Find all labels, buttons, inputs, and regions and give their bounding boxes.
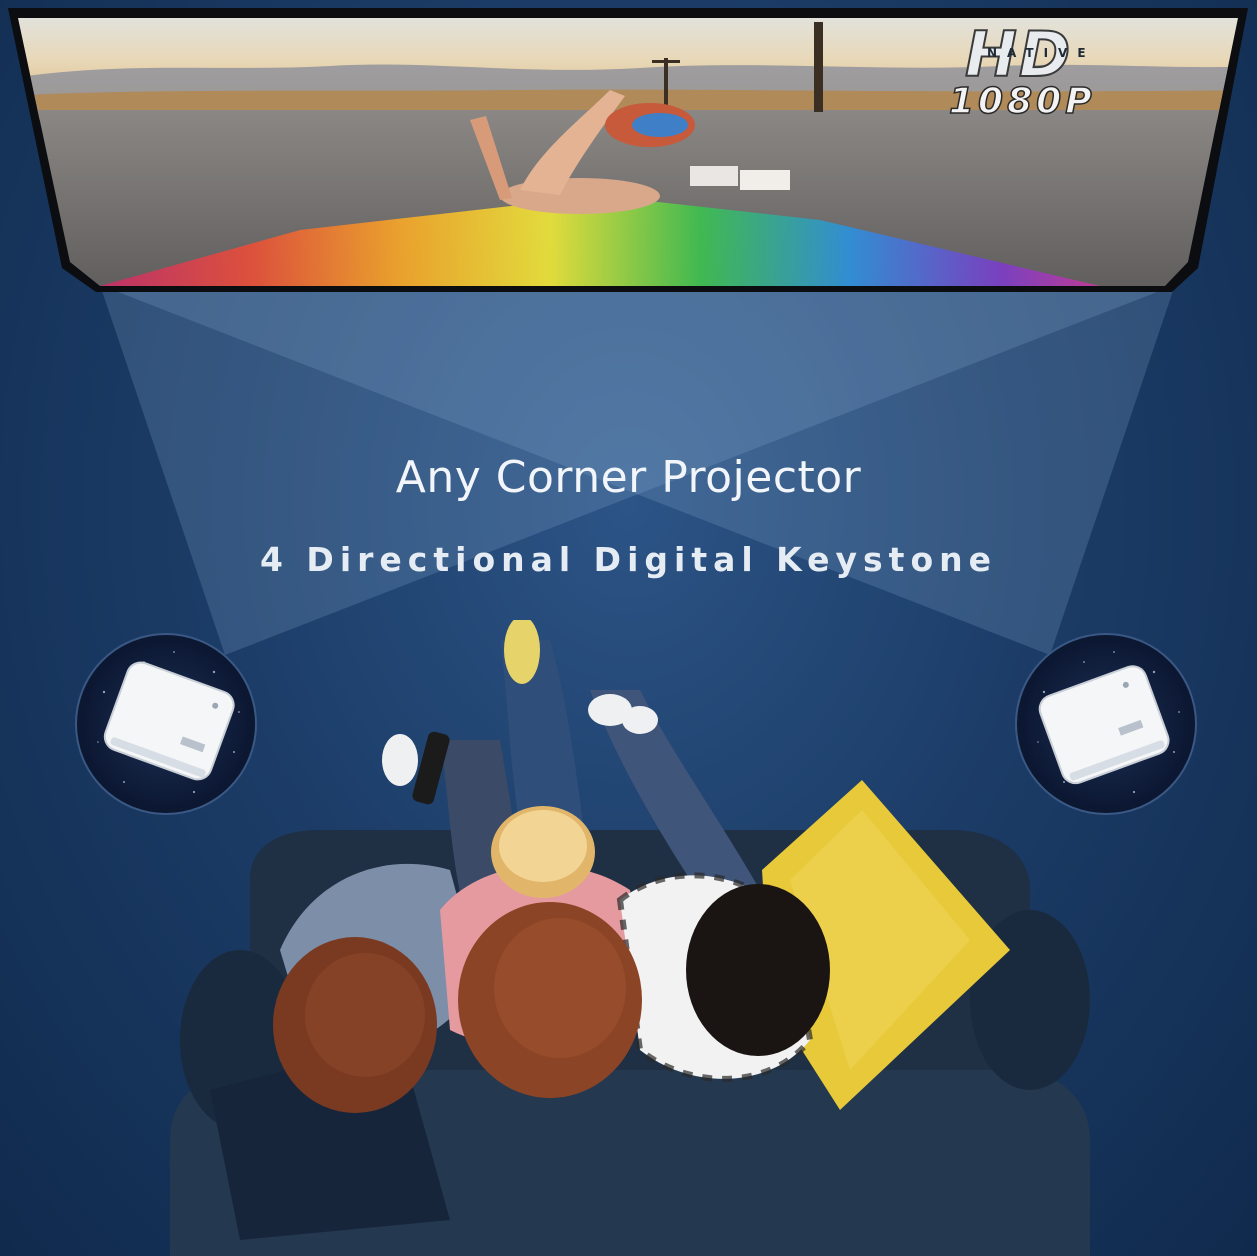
headline: Any Corner Projector [395,452,862,503]
product-banner: HD NATIVE 1080P Any Corner Projector 4 D… [0,0,1257,1256]
subheadline: 4 Directional Digital Keystone [259,540,998,579]
projection-screen: HD NATIVE 1080P [0,0,1257,300]
sofa-scene [170,620,1090,1256]
family-on-sofa-illustration [150,620,1110,1256]
hd-native-label: NATIVE [987,46,1096,60]
native-hd-1080p-badge: HD NATIVE 1080P [945,23,1205,124]
hd-resolution-label: 1080P [948,81,1096,123]
